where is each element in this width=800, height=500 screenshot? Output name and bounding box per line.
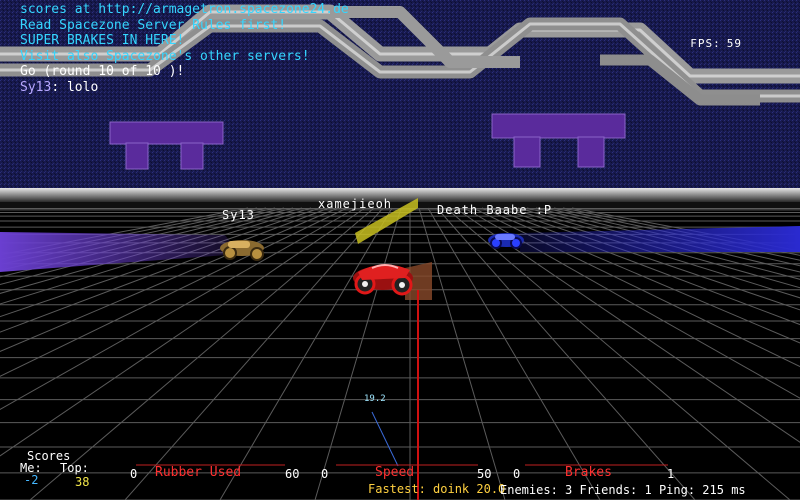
grid-line [418, 207, 506, 500]
red-lightcycle-icon [353, 264, 413, 296]
game-status: Enemies: 3 Friends: 1 Ping: 215 ms [500, 483, 746, 497]
player-name-left: Sy13 [222, 208, 255, 222]
top-score: 38 [75, 475, 90, 489]
brakes-label: Brakes [565, 465, 612, 480]
chat-line: Read Spacezone Server Rules first! [20, 17, 287, 33]
chat-line: SUPER BRAKES IN HERE! [20, 33, 185, 48]
chat-message-line: Sy13: lolo [20, 79, 99, 95]
speed-max: 50 [477, 467, 492, 481]
rubber-max: 60 [285, 467, 300, 481]
rubber-label: Rubber Used [155, 465, 242, 480]
blue-lightcycle-icon [488, 233, 524, 249]
me-score: -2 [24, 473, 39, 487]
rubber-min: 0 [130, 467, 138, 481]
chat-speaker: Sy13 [20, 79, 52, 95]
brakes-min: 0 [513, 467, 521, 481]
right-trail [520, 226, 800, 252]
speed-label: Speed [375, 465, 415, 480]
speedometer-value: 19.2 [364, 394, 386, 404]
fps-value: 59 [726, 37, 742, 50]
chat-line: Visit also Spacezone's other servers! [20, 48, 310, 64]
chat-message: lolo [66, 79, 99, 95]
chat-line: scores at http://armagetron.spacezone24.… [20, 2, 349, 17]
fps-counter: FPS: 59 [690, 37, 742, 50]
player-name-center: xamejieoh [318, 197, 393, 211]
fps-label: FPS: [690, 37, 721, 50]
wall-ledge [0, 188, 800, 202]
gold-lightcycle-icon [220, 240, 264, 261]
chat-console: scores at http://armagetron.spacezone24.… [20, 2, 349, 95]
left-trail [0, 232, 240, 272]
fastest-player: Fastest: doink 20.0 [368, 482, 506, 496]
speed-min: 0 [321, 467, 329, 481]
player-name-right: Death Baabe :P [437, 203, 553, 217]
round-message: Go (round 10 of 10 )! [20, 64, 185, 79]
top-label: Top: [60, 461, 89, 475]
speed-needle [371, 411, 399, 467]
grid-line [314, 207, 402, 500]
brakes-max: 1 [667, 467, 675, 481]
